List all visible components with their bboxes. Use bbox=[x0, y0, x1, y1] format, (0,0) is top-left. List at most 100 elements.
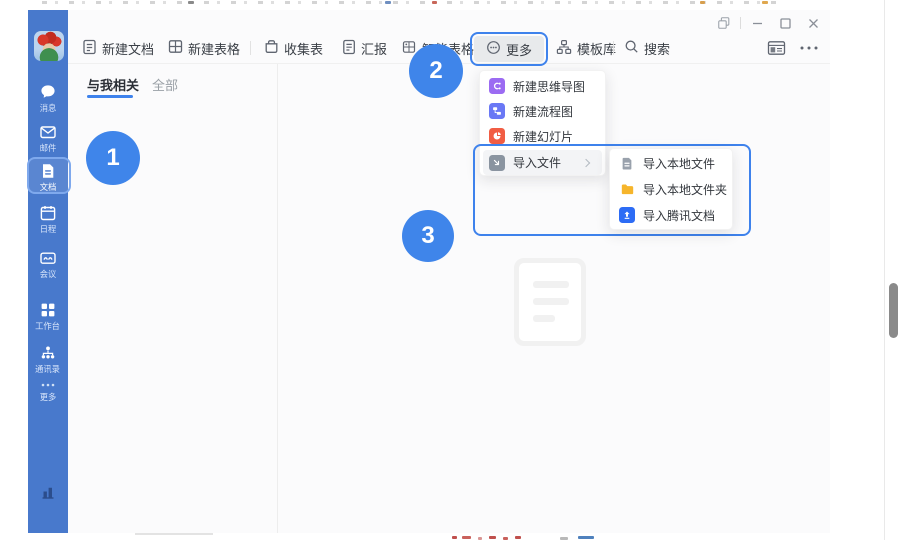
document-icon bbox=[39, 162, 57, 180]
sidebar-item-meeting[interactable]: 会议 bbox=[28, 249, 68, 279]
submenu-item-import-local-file[interactable]: 导入本地文件 bbox=[609, 151, 733, 175]
toolbar-more-button[interactable]: 更多 bbox=[474, 36, 544, 62]
user-avatar[interactable] bbox=[34, 31, 64, 61]
workbench-icon bbox=[39, 301, 57, 319]
menu-item-label: 导入腾讯文档 bbox=[643, 207, 715, 224]
window-pin-icon[interactable] bbox=[716, 15, 732, 31]
report-icon bbox=[342, 39, 356, 58]
toolbar-report[interactable]: 汇报 bbox=[342, 39, 387, 57]
text-fragment bbox=[489, 536, 496, 539]
chat-icon bbox=[39, 83, 57, 101]
menu-item-label: 导入文件 bbox=[513, 154, 561, 171]
text-fragment bbox=[762, 1, 768, 4]
toolbar-ellipsis-icon[interactable] bbox=[797, 42, 821, 54]
tab-related-to-me[interactable]: 与我相关 bbox=[87, 75, 139, 94]
sidebar-item-label: 消息 bbox=[40, 103, 57, 112]
cropped-text-strip-top bbox=[42, 1, 777, 4]
new-doc-icon bbox=[82, 39, 97, 58]
toolbar-label: 模板库 bbox=[577, 39, 616, 58]
minimize-button[interactable] bbox=[749, 15, 765, 31]
submenu-item-import-tencent-doc[interactable]: 导入腾讯文档 bbox=[609, 203, 733, 227]
sidebar-item-workbench[interactable]: 工作台 bbox=[28, 301, 68, 331]
contacts-icon bbox=[39, 344, 57, 362]
side-panel-icon[interactable] bbox=[765, 39, 787, 57]
sidebar-item-schedule[interactable]: 日程 bbox=[28, 204, 68, 234]
sidebar-item-label: 更多 bbox=[40, 392, 57, 401]
text-fragment bbox=[700, 1, 705, 4]
template-nodes-icon bbox=[556, 39, 572, 58]
text-fragment bbox=[188, 1, 194, 4]
text-fragment bbox=[385, 1, 391, 4]
submenu-item-import-local-folder[interactable]: 导入本地文件夹 bbox=[609, 177, 733, 201]
text-fragment bbox=[578, 536, 594, 539]
text-fragment bbox=[462, 536, 471, 539]
annotation-circle-2: 2 bbox=[409, 44, 463, 98]
sidebar-item-more[interactable]: 更多 bbox=[28, 378, 68, 402]
empty-doc-line bbox=[533, 315, 555, 322]
sidebar-item-messages[interactable]: 消息 bbox=[28, 83, 68, 113]
toolbar-collect-form[interactable]: 收集表 bbox=[264, 39, 323, 57]
sidebar-item-label: 通讯录 bbox=[36, 364, 61, 373]
folder-icon bbox=[619, 181, 635, 197]
annotation-circle-3: 3 bbox=[402, 210, 454, 262]
toolbar-search[interactable]: 搜索 bbox=[624, 39, 670, 57]
empty-doc-line bbox=[533, 281, 569, 288]
sidebar-item-mail[interactable]: 邮件 bbox=[28, 123, 68, 153]
mail-icon bbox=[39, 123, 57, 141]
mindmap-icon bbox=[489, 78, 505, 94]
sidebar-item-label: 日程 bbox=[40, 224, 57, 233]
toolbar-label: 搜索 bbox=[644, 39, 670, 58]
toolbar-new-doc[interactable]: 新建文档 bbox=[82, 39, 154, 57]
file-icon bbox=[619, 155, 635, 171]
bar-chart-icon bbox=[39, 483, 57, 501]
toolbar-label: 汇报 bbox=[361, 39, 387, 58]
toolbar-label: 更多 bbox=[506, 40, 532, 59]
flowchart-icon bbox=[489, 103, 505, 119]
menu-item-label: 新建流程图 bbox=[513, 103, 573, 120]
toolbar-template-lib[interactable]: 模板库 bbox=[556, 39, 616, 57]
menu-item-new-mindmap[interactable]: 新建思维导图 bbox=[479, 74, 606, 98]
menu-item-new-flowchart[interactable]: 新建流程图 bbox=[479, 99, 606, 123]
chevron-right-icon bbox=[582, 158, 590, 166]
active-tab-indicator bbox=[87, 95, 133, 98]
toolbar-divider bbox=[250, 41, 251, 55]
menu-item-new-slides[interactable]: 新建幻灯片 bbox=[479, 124, 606, 148]
sidebar-item-label: 会议 bbox=[40, 269, 57, 278]
more-circle-icon bbox=[486, 40, 501, 58]
panel-separator bbox=[277, 64, 278, 533]
search-icon bbox=[624, 39, 639, 57]
empty-state-doc-icon bbox=[514, 258, 586, 346]
calendar-icon bbox=[39, 204, 57, 222]
menu-item-label: 新建思维导图 bbox=[513, 78, 585, 95]
tab-all[interactable]: 全部 bbox=[152, 75, 178, 94]
menu-item-label: 新建幻灯片 bbox=[513, 128, 573, 145]
meeting-icon bbox=[39, 249, 57, 267]
sidebar-footer-stats[interactable] bbox=[28, 483, 68, 501]
text-fragment bbox=[452, 536, 457, 539]
text-fragment bbox=[515, 536, 521, 539]
ellipsis-icon bbox=[39, 378, 57, 390]
scrollbar-thumb[interactable] bbox=[889, 283, 898, 338]
sidebar-item-docs[interactable]: 文档 bbox=[28, 162, 68, 192]
toolbar-label: 收集表 bbox=[284, 39, 323, 58]
empty-doc-line bbox=[533, 298, 569, 305]
menu-item-label: 导入本地文件夹 bbox=[643, 181, 727, 198]
tencent-doc-icon bbox=[619, 207, 635, 223]
text-fragment bbox=[432, 1, 437, 4]
menu-item-label: 导入本地文件 bbox=[643, 155, 715, 172]
sidebar-item-contacts[interactable]: 通讯录 bbox=[28, 344, 68, 374]
toolbar-divider bbox=[613, 41, 614, 55]
maximize-button[interactable] bbox=[777, 15, 793, 31]
page-right-border bbox=[884, 0, 885, 540]
toolbar-new-sheet[interactable]: 新建表格 bbox=[168, 39, 240, 57]
text-fragment bbox=[135, 533, 213, 535]
menu-item-import-file[interactable]: 导入文件 bbox=[479, 150, 606, 175]
import-file-icon bbox=[489, 155, 505, 171]
sidebar-item-label: 工作台 bbox=[36, 321, 61, 330]
collect-box-icon bbox=[264, 39, 279, 57]
annotation-circle-1: 1 bbox=[86, 131, 140, 185]
slides-icon bbox=[489, 128, 505, 144]
screenshot-root: 消息 邮件 文档 日程 会议 工作台 通讯录 更多 新建文档 新建表格 bbox=[0, 0, 903, 540]
close-button[interactable] bbox=[805, 15, 821, 31]
toolbar-label: 新建文档 bbox=[102, 39, 154, 58]
